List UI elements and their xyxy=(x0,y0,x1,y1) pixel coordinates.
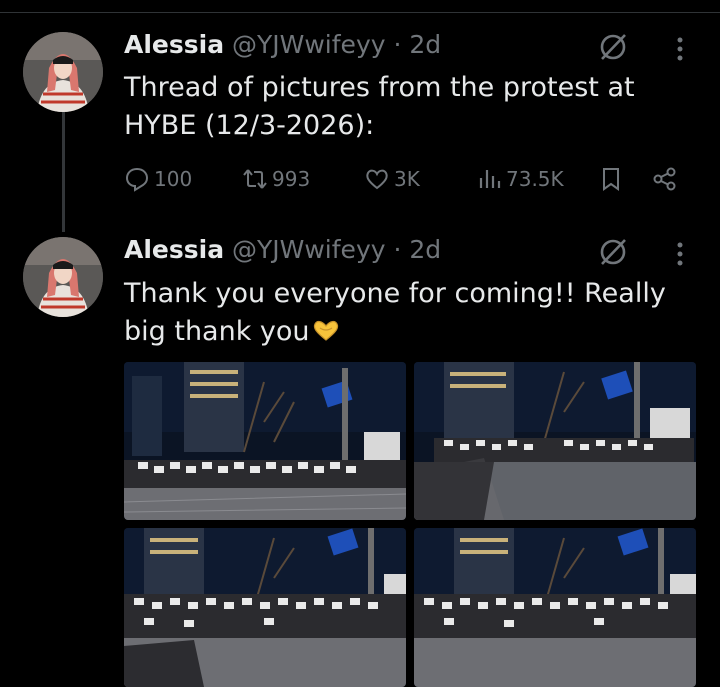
views-icon xyxy=(479,170,501,188)
tweet-text-line2: big thank you 🫶 xyxy=(124,314,342,350)
heart-hands-icon xyxy=(313,320,338,341)
protest-photo-4[interactable] xyxy=(414,528,696,687)
like-icon xyxy=(366,169,388,190)
tweet-text-line2-content: big thank you xyxy=(124,316,310,347)
display-name[interactable]: Alessia xyxy=(124,30,224,59)
heart-hands-emoji: 🫶 xyxy=(310,318,342,342)
handle-timestamp[interactable]: @YJWwifeyy · 2d xyxy=(232,30,441,59)
reply-button[interactable]: 100 xyxy=(124,166,192,192)
reply-count: 100 xyxy=(154,167,193,191)
protest-photo-3[interactable] xyxy=(124,528,406,687)
like-count: 3K xyxy=(394,167,420,191)
tweet-text-line1: Thank you everyone for coming!! Really xyxy=(124,278,666,309)
tweet-actions: 100 993 3K 73.5K xyxy=(0,166,720,198)
handle-timestamp[interactable]: @YJWwifeyy · 2d xyxy=(232,235,441,264)
avatar[interactable] xyxy=(23,32,103,112)
views-button[interactable]: 73.5K xyxy=(476,166,564,192)
view-count: 73.5K xyxy=(506,167,564,191)
more-icon[interactable] xyxy=(676,241,684,267)
repost-button[interactable]: 993 xyxy=(242,166,310,192)
bookmark-icon xyxy=(603,168,619,191)
more-icon[interactable] xyxy=(676,36,684,62)
tweet-text-line2: HYBE (12/3-2026): xyxy=(124,110,375,141)
share-icon xyxy=(653,167,676,191)
bookmark-button[interactable] xyxy=(598,166,624,192)
tweet-text-line1: Thread of pictures from the protest at xyxy=(124,72,635,103)
protest-photo-1[interactable] xyxy=(124,362,406,520)
top-divider xyxy=(0,12,720,13)
grok-icon[interactable] xyxy=(598,237,628,267)
repost-icon xyxy=(243,169,267,189)
reply-icon xyxy=(125,167,149,192)
share-button[interactable] xyxy=(652,166,678,192)
protest-photo-2[interactable] xyxy=(414,362,696,520)
avatar[interactable] xyxy=(23,237,103,317)
grok-icon[interactable] xyxy=(598,32,628,62)
repost-count: 993 xyxy=(272,167,311,191)
display-name[interactable]: Alessia xyxy=(124,235,224,264)
like-button[interactable]: 3K xyxy=(364,166,420,192)
media-grid xyxy=(124,362,696,687)
